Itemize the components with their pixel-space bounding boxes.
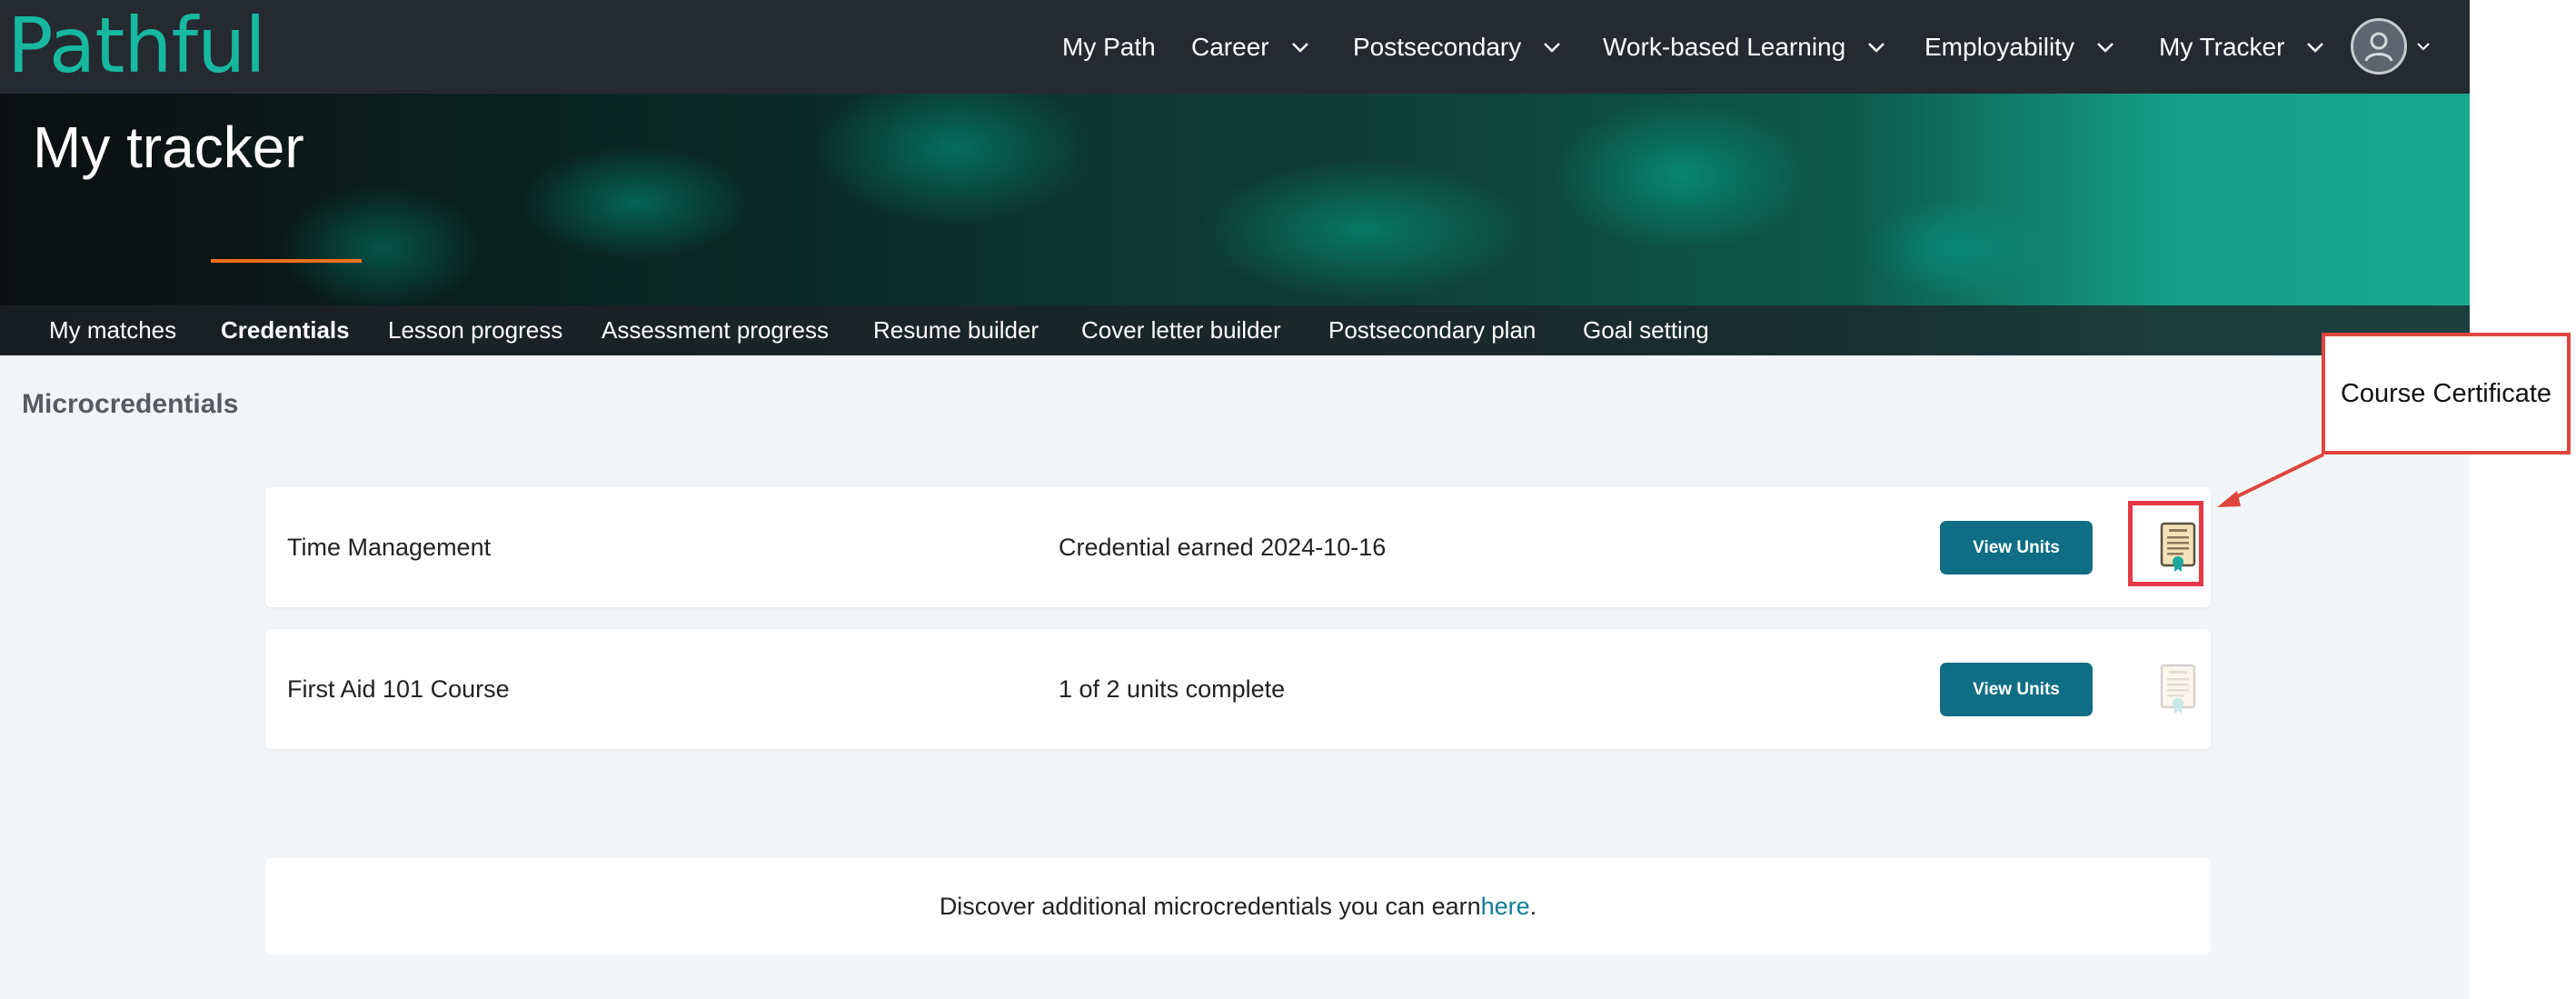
- nav-my-path[interactable]: My Path: [1062, 0, 1156, 94]
- discover-banner: Discover additional microcredentials you…: [265, 858, 2211, 954]
- tab-lesson-progress[interactable]: Lesson progress: [388, 305, 562, 355]
- page-banner: My tracker My matches Credentials Lesson…: [0, 94, 2470, 355]
- chevron-down-icon: [2416, 42, 2431, 51]
- credential-name: Time Management: [287, 533, 492, 561]
- credential-status: 1 of 2 units complete: [1059, 674, 1286, 703]
- nav-postsecondary[interactable]: Postsecondary: [1353, 0, 1561, 94]
- nav-work-based-learning-label: Work-based Learning: [1603, 32, 1846, 61]
- tab-goal-setting[interactable]: Goal setting: [1583, 305, 1709, 355]
- tab-assessment-progress[interactable]: Assessment progress: [602, 305, 829, 355]
- credential-name: First Aid 101 Course: [287, 674, 510, 703]
- chevron-down-icon: [2306, 42, 2324, 53]
- pathful-logo[interactable]: Pathful: [7, 4, 266, 87]
- section-title: Microcredentials: [22, 389, 239, 419]
- nav-employability[interactable]: Employability: [1925, 0, 2114, 94]
- active-tab-indicator: [211, 259, 362, 263]
- discover-suffix: .: [1529, 892, 1537, 920]
- chevron-down-icon: [2096, 42, 2114, 53]
- credential-row: First Aid 101 Course 1 of 2 units comple…: [265, 629, 2211, 749]
- app-window: Pathful My Path Career Postsecondary Wor…: [0, 0, 2470, 999]
- avatar-icon: [2351, 18, 2407, 75]
- chevron-down-icon: [1867, 42, 1885, 53]
- nav-my-path-label: My Path: [1062, 32, 1156, 61]
- discover-here-link[interactable]: here: [1481, 893, 1530, 921]
- discover-text: Discover additional microcredentials you…: [939, 892, 1481, 920]
- tracker-tabs: My matches Credentials Lesson progress A…: [0, 305, 2470, 355]
- tab-cover-letter-builder[interactable]: Cover letter builder: [1081, 305, 1281, 355]
- credential-row: Time Management Credential earned 2024-1…: [265, 487, 2211, 607]
- nav-my-tracker-label: My Tracker: [2159, 32, 2285, 61]
- tab-resume-builder[interactable]: Resume builder: [873, 305, 1039, 355]
- certificate-highlight-box: [2128, 501, 2203, 586]
- nav-career[interactable]: Career: [1191, 0, 1309, 94]
- nav-employability-label: Employability: [1925, 32, 2074, 61]
- chevron-down-icon: [1543, 42, 1561, 53]
- tab-credentials[interactable]: Credentials: [221, 305, 350, 355]
- view-units-button[interactable]: View Units: [1940, 521, 2093, 574]
- credential-status: Credential earned 2024-10-16: [1059, 533, 1387, 561]
- nav-career-label: Career: [1191, 32, 1269, 61]
- annotation-callout: Course Certificate: [2322, 333, 2571, 455]
- nav-postsecondary-label: Postsecondary: [1353, 32, 1522, 61]
- view-units-button[interactable]: View Units: [1940, 663, 2093, 716]
- nav-work-based-learning[interactable]: Work-based Learning: [1603, 0, 1885, 94]
- top-navbar: Pathful My Path Career Postsecondary Wor…: [0, 0, 2470, 94]
- tab-my-matches[interactable]: My matches: [49, 305, 176, 355]
- page-title: My tracker: [33, 115, 304, 180]
- tab-postsecondary-plan[interactable]: Postsecondary plan: [1328, 305, 1536, 355]
- course-certificate-icon-disabled: [2145, 656, 2211, 722]
- user-menu[interactable]: [2351, 15, 2431, 78]
- chevron-down-icon: [1291, 42, 1309, 53]
- nav-my-tracker[interactable]: My Tracker: [2159, 0, 2324, 94]
